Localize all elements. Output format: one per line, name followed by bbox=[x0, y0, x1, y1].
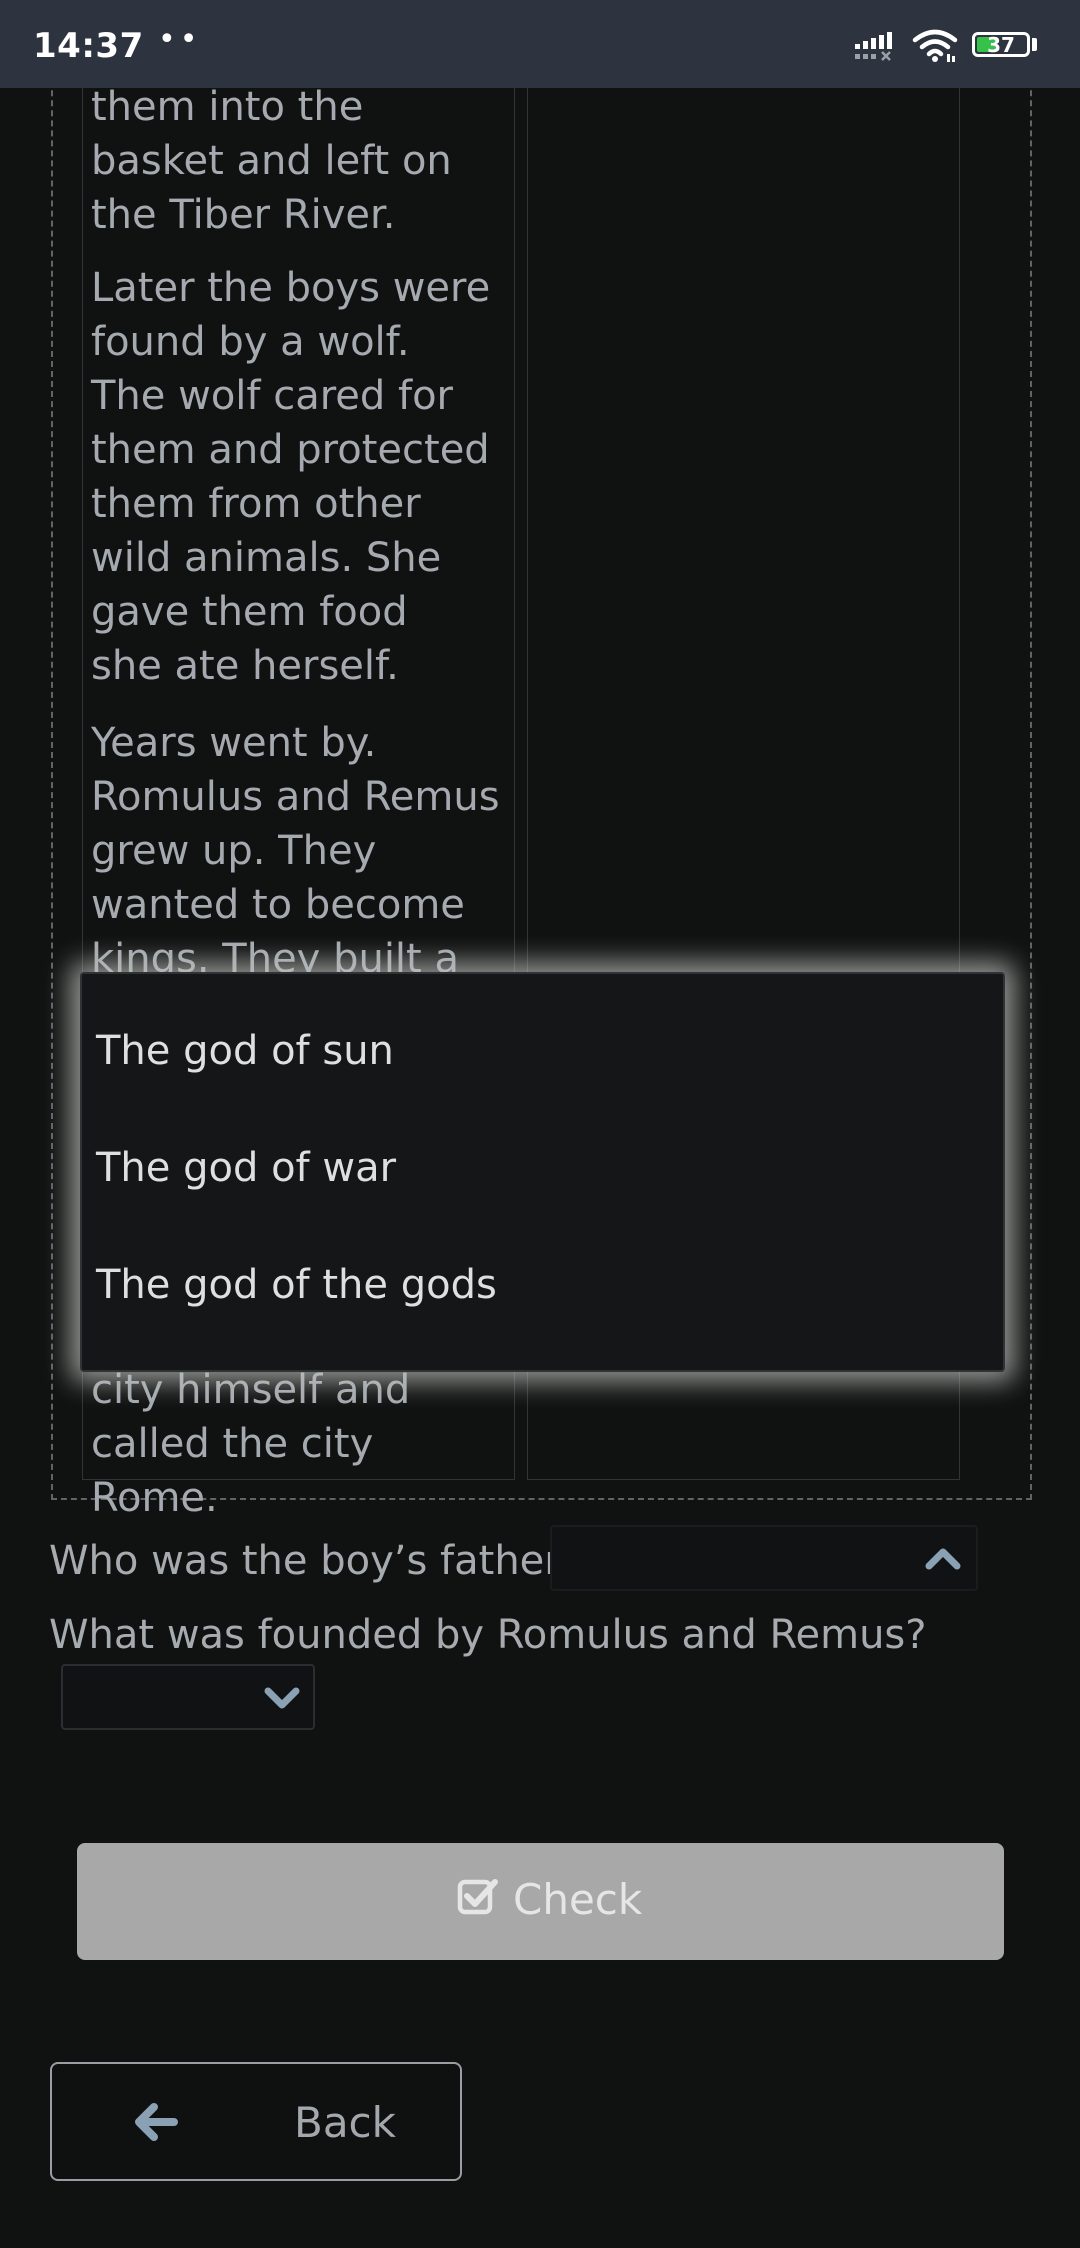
cell-signal-icon bbox=[853, 30, 899, 66]
checkbox-check-icon bbox=[457, 1876, 499, 1920]
story-paragraph: them into the basket and left on the Tib… bbox=[91, 84, 452, 238]
check-button-label: Check bbox=[513, 1875, 643, 1924]
back-button-label: Back bbox=[294, 2098, 396, 2147]
dropdown-option-god-of-gods[interactable]: The god of the gods bbox=[96, 1262, 497, 1308]
story-clip: Years went by. Romulus and Remus grew up… bbox=[91, 716, 511, 974]
founded-answer-select[interactable] bbox=[61, 1664, 315, 1730]
father-answer-select[interactable] bbox=[550, 1525, 978, 1591]
story-paragraph: Later the boys were found by a wolf. The… bbox=[91, 265, 491, 689]
battery-tip bbox=[1032, 38, 1037, 51]
dropdown-option-god-of-sun[interactable]: The god of sun bbox=[96, 1028, 394, 1074]
chevron-down-icon bbox=[263, 1686, 301, 1716]
back-button[interactable]: Back bbox=[50, 2062, 462, 2181]
arrow-left-icon bbox=[132, 2102, 178, 2146]
dropdown-option-god-of-war[interactable]: The god of war bbox=[96, 1145, 396, 1191]
battery-percentage: 37 bbox=[987, 33, 1015, 57]
question-father: Who was the boy’s father? bbox=[49, 1538, 582, 1584]
wifi-icon bbox=[912, 28, 958, 68]
story-paragraph: Years went by. Romulus and Remus grew up… bbox=[91, 720, 500, 974]
question-founded: What was founded by Romulus and Remus? bbox=[49, 1612, 927, 1658]
status-bar: 14:37 •• 37 bbox=[0, 0, 1080, 88]
status-time: 14:37 bbox=[33, 26, 144, 66]
battery-icon: 37 bbox=[972, 32, 1030, 57]
chevron-up-icon bbox=[924, 1545, 962, 1575]
answer-dropdown-menu: The god of sun The god of war The god of… bbox=[80, 972, 1005, 1372]
notification-dots-icon: •• bbox=[158, 22, 202, 57]
check-button[interactable]: Check bbox=[77, 1843, 1004, 1960]
story-paragraph: city himself and called the city Rome. bbox=[91, 1367, 411, 1521]
